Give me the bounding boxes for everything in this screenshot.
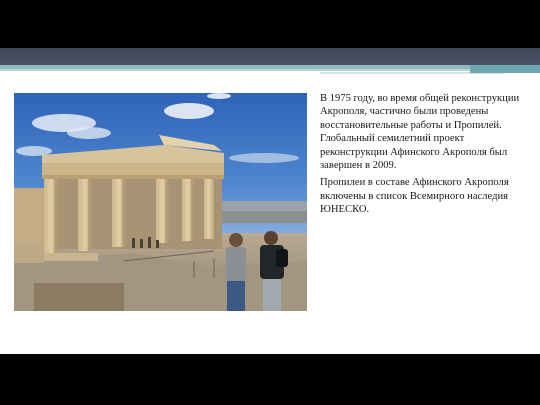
header-band	[0, 48, 540, 65]
slide: В 1975 году, во время общей реконструкци…	[0, 48, 540, 354]
header-stripe-thin	[0, 69, 520, 71]
propylaea-photo	[14, 93, 307, 311]
paragraph-unesco: Пропилеи в составе Афинского Акрополя вк…	[320, 177, 509, 216]
body-text: В 1975 году, во время общей реконструкци…	[320, 92, 530, 221]
paragraph-restoration: В 1975 году, во время общей реконструкци…	[320, 93, 520, 172]
header-accent	[470, 65, 540, 73]
